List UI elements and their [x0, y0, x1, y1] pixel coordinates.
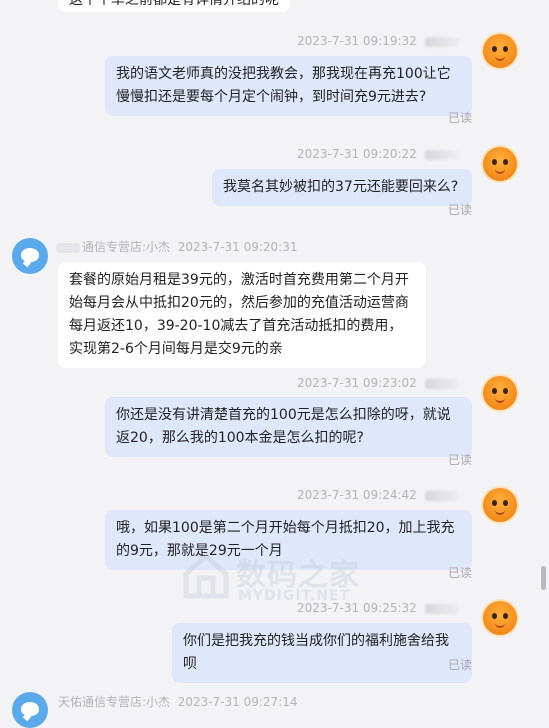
read-status: 已读	[448, 453, 473, 467]
timestamp: 2023-7-31 09:24:42	[297, 488, 417, 502]
sender-name: 天佑通信专营店:小杰	[58, 695, 171, 709]
message-meta: 通信专营店:小杰 2023-7-31 09:20:31	[56, 238, 298, 255]
message-bubble: 你还是没有讲清楚首充的100元是怎么扣除的呀，就说返20，那么我的100本金是怎…	[105, 397, 472, 457]
read-status: 已读	[448, 566, 473, 580]
chat-window: 这个个单之前都是有详情介绍的呢 2023-7-31 09:19:32 我的语文老…	[0, 0, 549, 728]
redacted-shop-name	[56, 242, 80, 253]
redacted-username	[424, 490, 459, 501]
partial-message-bubble: 这个个单之前都是有详情介绍的呢	[58, 0, 290, 12]
redacted-username	[424, 603, 459, 614]
sender-name: 通信专营店:小杰	[82, 240, 171, 254]
read-status: 已读	[448, 658, 473, 672]
timestamp: 2023-7-31 09:27:14	[177, 695, 298, 709]
redacted-username	[424, 149, 459, 160]
message-meta: 2023-7-31 09:25:32	[297, 601, 459, 615]
orange-mascot-avatar-icon[interactable]	[483, 147, 517, 181]
scrollbar-thumb[interactable]	[541, 566, 546, 590]
blue-chat-avatar-icon[interactable]	[12, 238, 48, 274]
timestamp: 2023-7-31 09:25:32	[297, 601, 417, 615]
timestamp: 2023-7-31 09:20:22	[297, 147, 417, 161]
message-meta: 2023-7-31 09:24:42	[297, 488, 459, 502]
message-bubble: 哦，如果100是第二个月开始每个月抵扣20，加上我充的9元，那就是29元一个月	[105, 510, 472, 570]
orange-mascot-avatar-icon[interactable]	[483, 488, 517, 522]
message-meta: 2023-7-31 09:19:32	[297, 34, 459, 48]
message-bubble: 我的语文老师真的没把我教会，那我现在再充100让它慢慢扣还是要每个月定个闹钟，到…	[105, 56, 472, 116]
read-status: 已读	[448, 111, 473, 125]
blue-chat-avatar-icon[interactable]	[12, 692, 48, 728]
message-bubble: 套餐的原始月租是39元的，激活时首充费用第二个月开始每月会从中抵扣20元的，然后…	[58, 262, 426, 368]
timestamp: 2023-7-31 09:20:31	[177, 240, 298, 254]
redacted-username	[424, 36, 459, 47]
read-status: 已读	[448, 203, 473, 217]
redacted-username	[424, 378, 459, 389]
timestamp: 2023-7-31 09:19:32	[297, 34, 417, 48]
timestamp: 2023-7-31 09:23:02	[297, 376, 417, 390]
orange-mascot-avatar-icon[interactable]	[483, 601, 517, 635]
message-meta: 2023-7-31 09:20:22	[297, 147, 459, 161]
orange-mascot-avatar-icon[interactable]	[483, 376, 517, 410]
message-bubble: 你们是把我充的钱当成你们的福利施舍给我呗	[172, 623, 472, 683]
message-meta: 2023-7-31 09:23:02	[297, 376, 459, 390]
message-bubble: 我莫名其妙被扣的37元还能要回来么?	[212, 169, 472, 206]
orange-mascot-avatar-icon[interactable]	[483, 34, 517, 68]
